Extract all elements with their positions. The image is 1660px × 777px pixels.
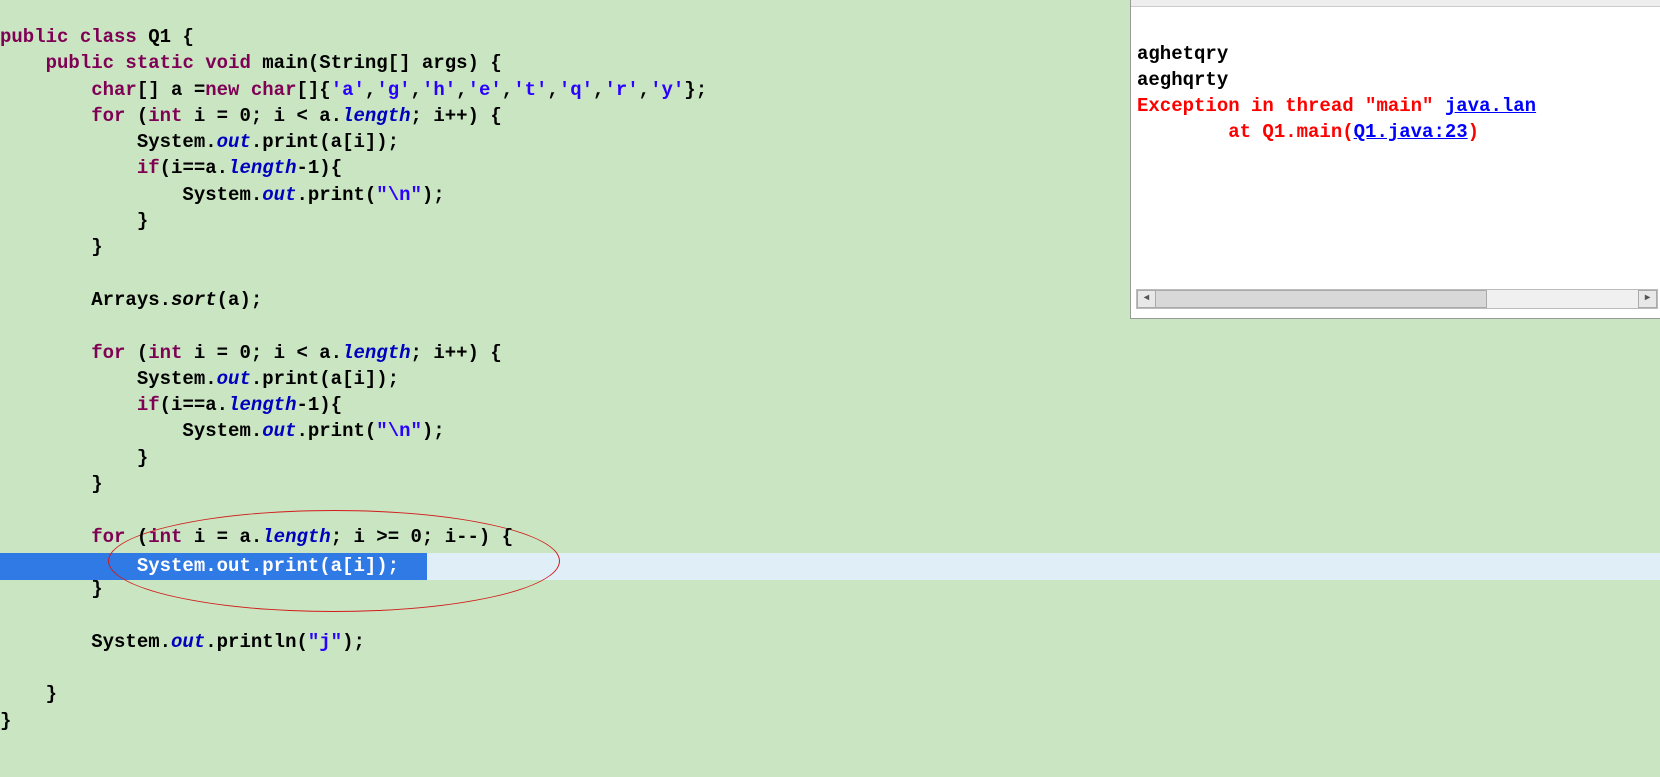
stacktrace-link[interactable]: java.lan (1445, 95, 1536, 117)
code-line[interactable] (0, 603, 707, 629)
console-output[interactable]: aghetqry aeghqrty Exception in thread "m… (1131, 7, 1660, 175)
scroll-left-button[interactable]: ◂ (1137, 290, 1156, 308)
console-panel: aghetqry aeghqrty Exception in thread "m… (1130, 0, 1660, 319)
scrollbar-thumb[interactable] (1155, 290, 1487, 308)
code-editor[interactable]: public class Q1 { public static void mai… (0, 0, 1660, 777)
code-line[interactable]: for (int i = 0; i < a.length; i++) { (0, 340, 707, 366)
code-line[interactable]: System.out.print(a[i]); (0, 366, 707, 392)
code-line[interactable]: } (0, 445, 707, 471)
code-line[interactable]: } (0, 208, 707, 234)
code-line[interactable]: } (0, 471, 707, 497)
horizontal-scrollbar[interactable]: ◂ ▸ (1136, 289, 1658, 309)
stdout-line: aeghqrty (1137, 69, 1228, 91)
code-line[interactable]: Arrays.sort(a); (0, 287, 707, 313)
code-line[interactable]: System.out.print(a[i]); (0, 129, 707, 155)
console-header (1131, 0, 1660, 7)
code-line[interactable]: public static void main(String[] args) { (0, 50, 707, 76)
stderr-line: at Q1.main( (1137, 121, 1354, 143)
code-line[interactable]: } (0, 708, 707, 734)
code-line[interactable]: for (int i = 0; i < a.length; i++) { (0, 103, 707, 129)
code-line[interactable]: System.out.print("\n"); (0, 418, 707, 444)
code-line[interactable]: } (0, 681, 707, 707)
code-line[interactable]: System.out.println("j"); (0, 629, 707, 655)
code-line[interactable]: public class Q1 { (0, 24, 707, 50)
stderr-line: ) (1468, 121, 1479, 143)
code-line[interactable] (0, 313, 707, 339)
code-block[interactable]: public class Q1 { public static void mai… (0, 24, 707, 734)
code-line[interactable] (0, 655, 707, 681)
code-line[interactable]: if(i==a.length-1){ (0, 155, 707, 181)
code-line[interactable]: } (0, 234, 707, 260)
code-line[interactable]: } (0, 576, 707, 602)
selected-code-text[interactable]: System.out.print(a[i]); (0, 553, 399, 580)
code-line[interactable]: if(i==a.length-1){ (0, 392, 707, 418)
scroll-right-button[interactable]: ▸ (1638, 290, 1657, 308)
stacktrace-link[interactable]: Q1.java:23 (1354, 121, 1468, 143)
stdout-line: aghetqry (1137, 43, 1228, 65)
code-line[interactable]: for (int i = a.length; i >= 0; i--) { (0, 524, 707, 550)
code-line[interactable]: System.out.print("\n"); (0, 182, 707, 208)
code-line[interactable] (0, 261, 707, 287)
stderr-line: Exception in thread "main" (1137, 95, 1445, 117)
code-line[interactable] (0, 497, 707, 523)
code-line[interactable]: char[] a =new char[]{'a','g','h','e','t'… (0, 77, 707, 103)
